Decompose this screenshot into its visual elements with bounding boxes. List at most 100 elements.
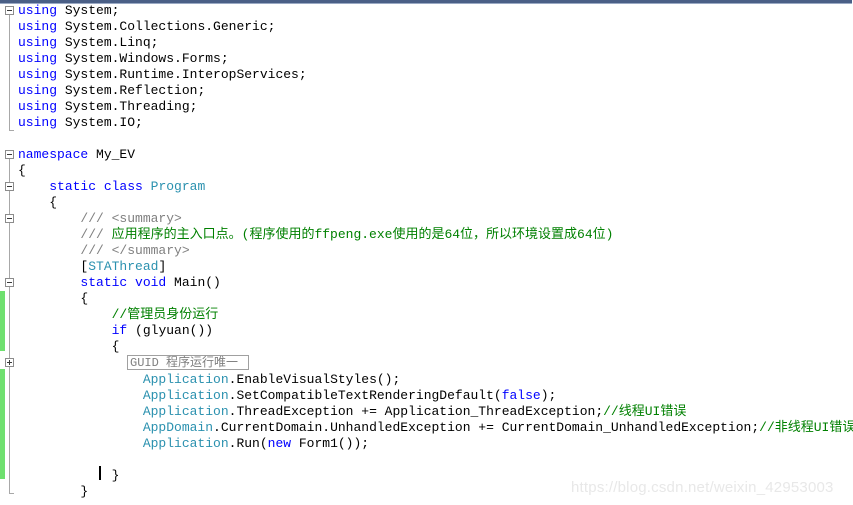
code-token: } [18, 468, 120, 483]
watermark-text: https://blog.csdn.net/weixin_42953003 [571, 479, 834, 496]
code-line[interactable]: /// 应用程序的主入口点。(程序使用的ffpeng.exe使用的是64位，所以… [18, 227, 613, 243]
code-token: .CurrentDomain.UnhandledException += Cur… [213, 420, 760, 435]
code-line[interactable]: using System.Reflection; [18, 83, 205, 99]
code-token: using [18, 83, 58, 98]
code-line[interactable]: if (glyuan()) [18, 323, 213, 339]
code-token: } [18, 484, 89, 499]
code-token: new [267, 436, 292, 451]
code-token: .ThreadException += Application_ThreadEx… [228, 404, 604, 419]
code-line[interactable]: //管理员身份运行 [18, 307, 219, 323]
code-token: System; [57, 3, 120, 18]
code-token: System.Linq; [57, 35, 159, 50]
code-line[interactable]: static void Main() [18, 275, 221, 291]
code-token: Application [142, 436, 229, 451]
code-token: .Run( [228, 436, 268, 451]
code-token: Application [142, 372, 229, 387]
code-token: System.Reflection; [57, 83, 206, 98]
code-token: .EnableVisualStyles(); [228, 372, 401, 387]
code-token: Main() [166, 275, 221, 290]
code-token: Form1()); [291, 436, 370, 451]
code-token: { [18, 195, 58, 210]
code-line[interactable]: Application.SetCompatibleTextRenderingDe… [18, 388, 557, 404]
code-token: using [18, 3, 58, 18]
code-line[interactable]: Application.Run(new Form1()); [18, 436, 369, 452]
code-token: /// <summary> [80, 211, 182, 226]
code-token: //线程UI错误 [603, 404, 687, 419]
code-token: ); [540, 388, 557, 403]
code-line[interactable]: /// <summary> [18, 211, 182, 227]
code-token: using [18, 19, 58, 34]
code-token: using [18, 51, 58, 66]
code-line[interactable]: using System.IO; [18, 115, 143, 131]
text-caret [99, 466, 101, 480]
code-line[interactable]: } [18, 468, 120, 484]
code-token: { [18, 339, 120, 354]
code-line[interactable]: using System; [18, 3, 119, 19]
code-token: AppDomain [142, 420, 214, 435]
code-line[interactable]: { [18, 339, 120, 355]
code-token: /// </summary> [80, 243, 190, 258]
code-line[interactable]: [STAThread] [18, 259, 166, 275]
code-line[interactable]: { [18, 195, 57, 211]
code-text-area[interactable]: using System; using System.Collections.Ge… [0, 0, 853, 505]
code-token: if [111, 323, 128, 338]
code-token: ] [158, 259, 167, 274]
code-token: static void [80, 275, 167, 290]
code-token: System.Windows.Forms; [57, 51, 229, 66]
code-token: Application [142, 404, 229, 419]
code-token: .SetCompatibleTextRenderingDefault( [228, 388, 502, 403]
code-token: My_EV [88, 147, 136, 162]
code-token: (glyuan()) [127, 323, 214, 338]
code-token: Application [142, 388, 229, 403]
code-line[interactable]: using System.Threading; [18, 99, 197, 115]
code-token: using [18, 99, 58, 114]
code-token: namespace [18, 147, 89, 162]
code-token: false [501, 388, 541, 403]
code-line[interactable]: AppDomain.CurrentDomain.UnhandledExcepti… [18, 420, 853, 436]
code-token: System.Threading; [57, 99, 198, 114]
code-line[interactable]: Application.ThreadException += Applicati… [18, 404, 687, 420]
code-line[interactable]: using System.Collections.Generic; [18, 19, 275, 35]
code-token: //管理员身份运行 [111, 307, 219, 322]
code-line[interactable]: using System.Windows.Forms; [18, 51, 229, 67]
code-token: //非线程UI错误 [759, 420, 853, 435]
code-token: STAThread [88, 259, 159, 274]
code-token: { [18, 163, 26, 178]
code-line[interactable]: /// </summary> [18, 243, 190, 259]
code-line[interactable]: { [18, 291, 88, 307]
code-token: /// [80, 227, 112, 242]
code-line[interactable]: { [18, 163, 26, 179]
code-line[interactable]: } [18, 484, 88, 500]
code-token: using [18, 35, 58, 50]
code-token: System.Collections.Generic; [57, 19, 276, 34]
code-editor[interactable]: using System; using System.Collections.Ge… [0, 0, 853, 505]
code-line[interactable]: Application.EnableVisualStyles(); [18, 372, 400, 388]
code-token: System.IO; [57, 115, 143, 130]
code-token: { [18, 291, 89, 306]
code-token: [ [18, 259, 89, 274]
code-token: using [18, 67, 58, 82]
code-token: System.Runtime.InteropServices; [57, 67, 307, 82]
collapsed-region-pill[interactable]: GUID 程序运行唯一 [127, 355, 249, 370]
code-line[interactable]: namespace My_EV [18, 147, 135, 163]
code-line[interactable]: using System.Linq; [18, 35, 158, 51]
code-line[interactable]: using System.Runtime.InteropServices; [18, 67, 307, 83]
code-line[interactable]: static class Program [18, 179, 205, 195]
code-token: 应用程序的主入口点。(程序使用的ffpeng.exe使用的是64位，所以环境设置… [111, 227, 614, 242]
code-token: static class [49, 179, 143, 194]
code-token: using [18, 115, 58, 130]
code-token: Program [150, 179, 206, 194]
